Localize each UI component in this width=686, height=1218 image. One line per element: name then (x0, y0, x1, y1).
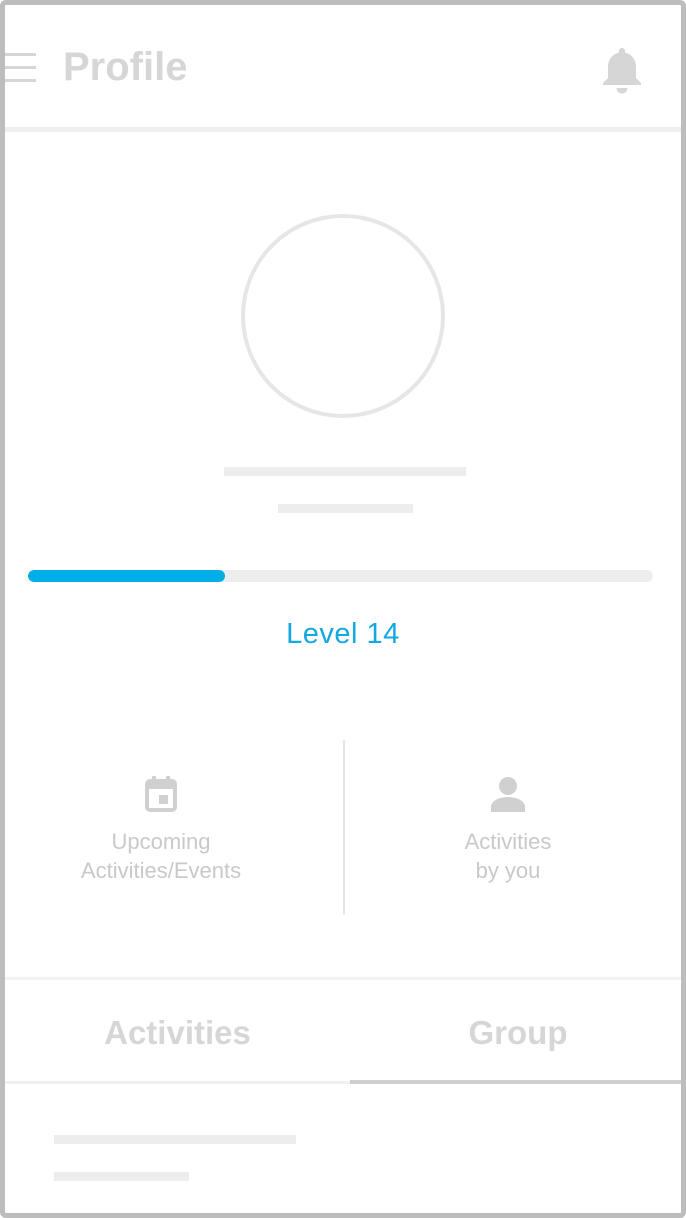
activities-by-you-stat[interactable]: Activities by you (353, 775, 663, 885)
level-progress-bar (28, 570, 653, 582)
stats-divider (343, 740, 345, 915)
upcoming-activities-stat[interactable]: Upcoming Activities/Events (55, 775, 267, 885)
level-label: Level 14 (286, 618, 400, 650)
bell-icon[interactable] (601, 45, 643, 95)
activities-by-you-label: Activities by you (464, 829, 552, 883)
tab-activities-underline (5, 1081, 350, 1084)
phone-frame: Profile Level 14 Upcoming Activities/Eve… (0, 0, 686, 1218)
level-progress-fill (28, 570, 225, 582)
list-item-title-placeholder (54, 1135, 296, 1144)
tab-group-active-indicator (350, 1080, 681, 1084)
hamburger-menu-icon[interactable] (5, 53, 37, 83)
calendar-icon (145, 776, 177, 812)
app-header: Profile (5, 5, 681, 132)
profile-subtitle-placeholder (278, 504, 413, 513)
tab-activities[interactable]: Activities (5, 980, 350, 1085)
page-title: Profile (63, 45, 188, 89)
person-icon (491, 777, 525, 812)
tab-group[interactable]: Group (350, 980, 681, 1085)
header-divider (5, 127, 681, 132)
profile-avatar[interactable] (241, 214, 445, 418)
upcoming-activities-label: Upcoming Activities/Events (80, 829, 242, 883)
profile-name-placeholder (224, 467, 466, 476)
list-item-subtitle-placeholder (54, 1172, 189, 1181)
